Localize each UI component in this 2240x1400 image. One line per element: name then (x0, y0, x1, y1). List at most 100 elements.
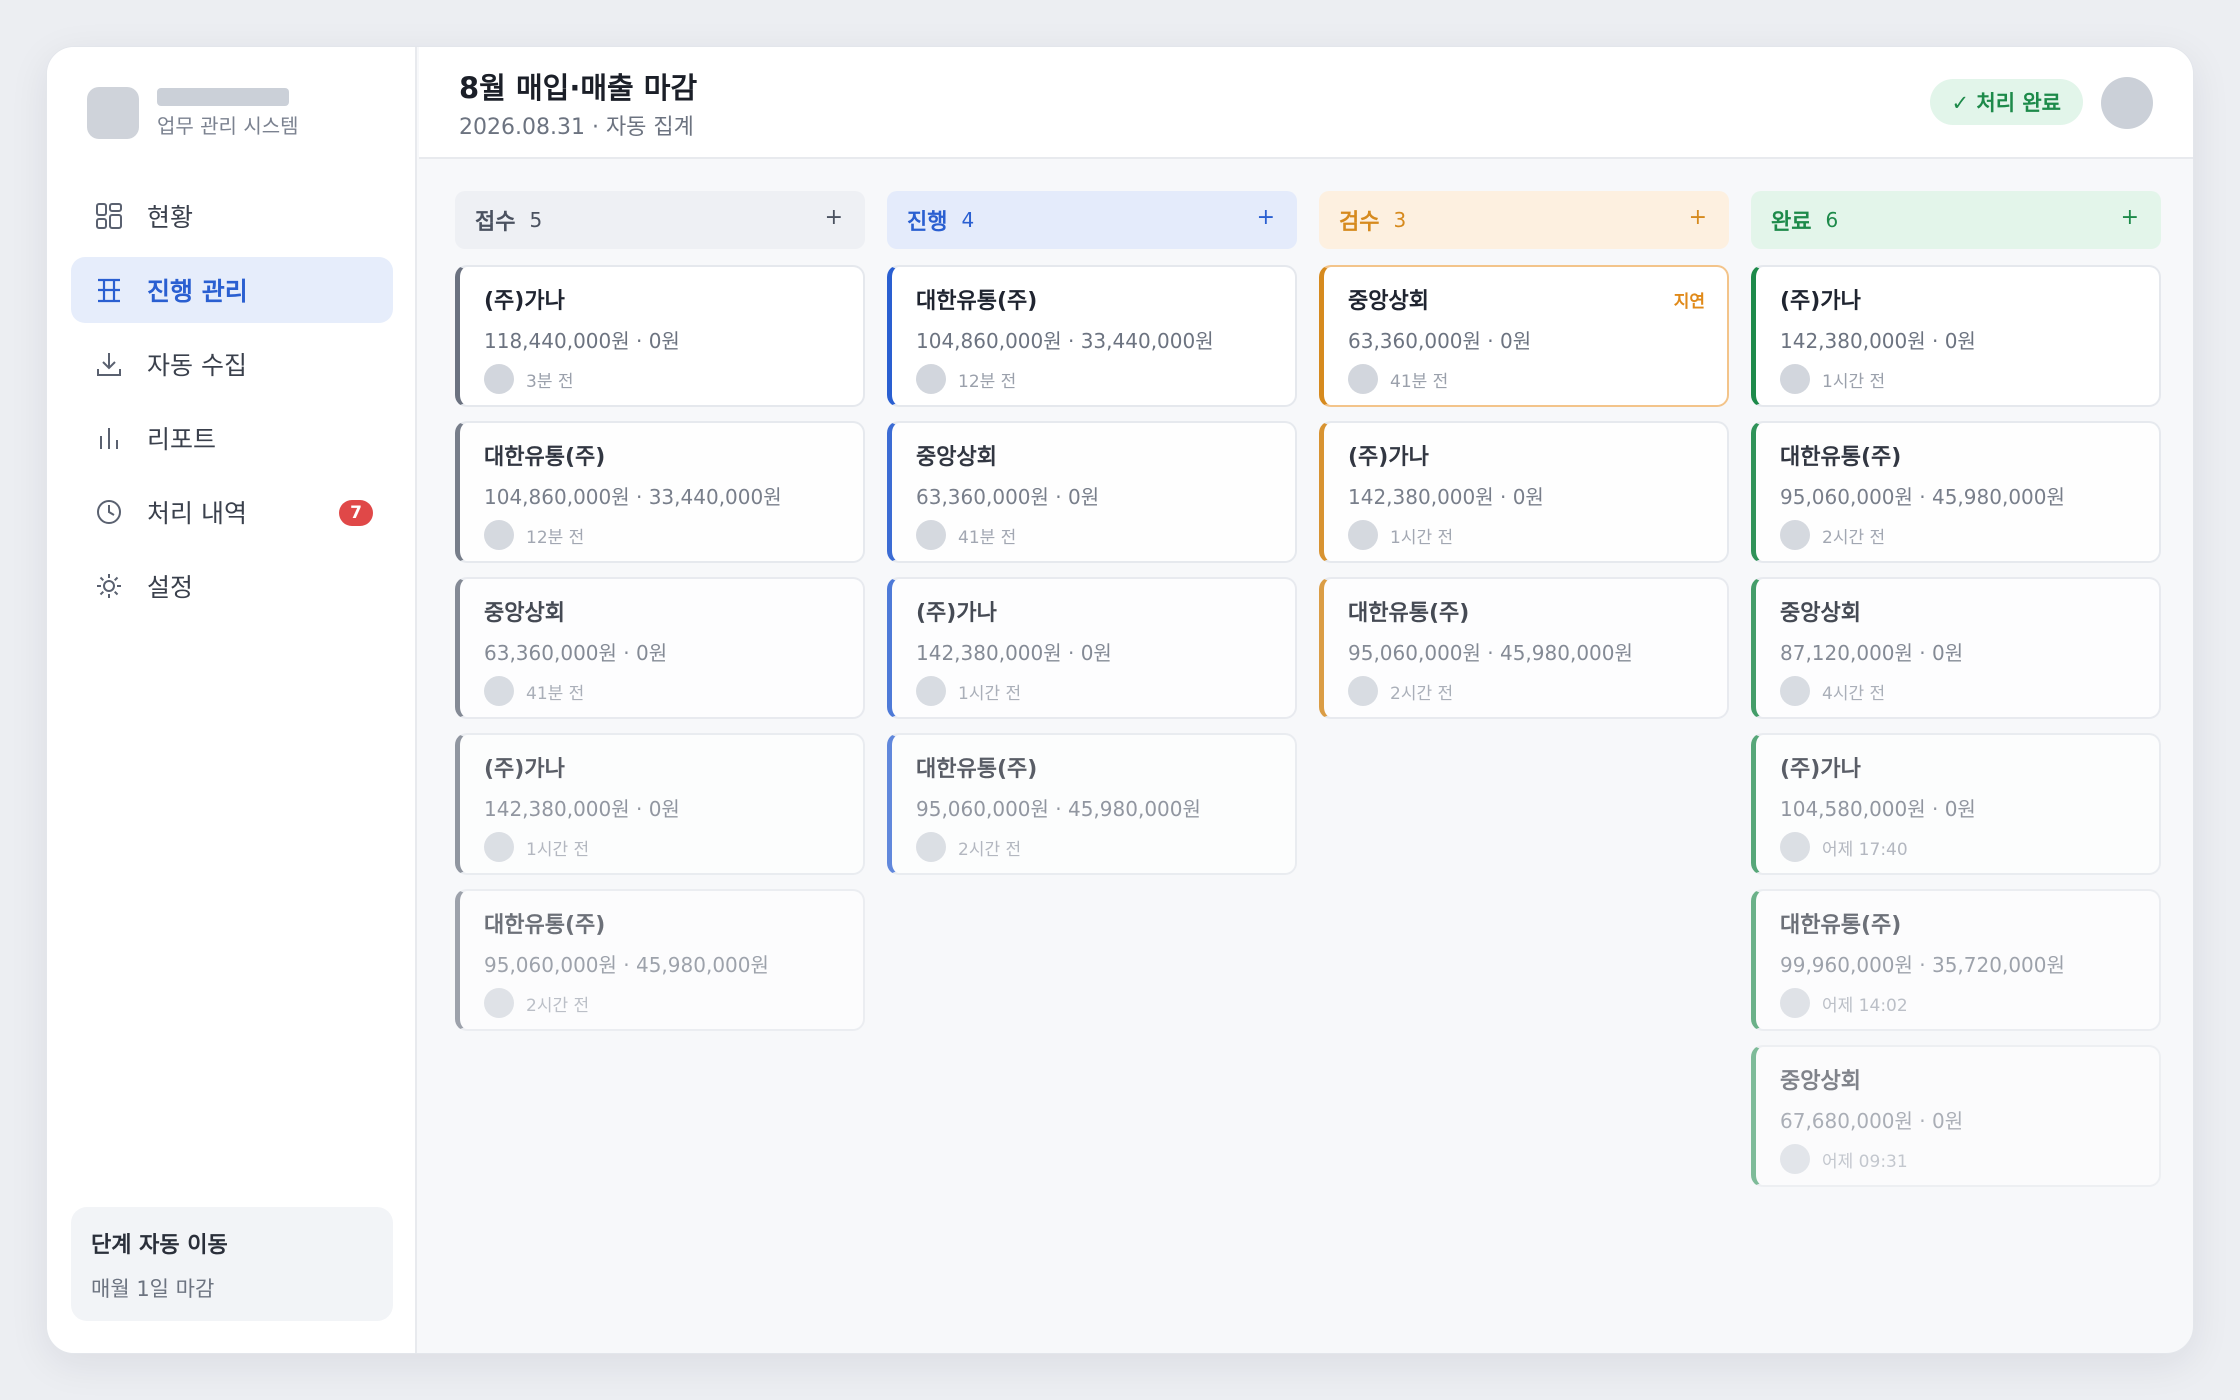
task-card[interactable]: 대한유통(주) 104,860,000원 · 33,440,000원 12분 전 (887, 265, 1297, 407)
task-card[interactable]: 대한유통(주) 95,060,000원 · 45,980,000원 2시간 전 (455, 889, 865, 1031)
card-timestamp: 41분 전 (958, 527, 1017, 548)
card-title: 대한유통(주) (916, 757, 1038, 782)
avatar (484, 364, 514, 394)
avatar (1348, 364, 1378, 394)
avatar (1780, 676, 1810, 706)
card-title: 대한유통(주) (1348, 601, 1470, 626)
card-title: 중앙상회 (916, 445, 997, 470)
column-count: 4 (961, 208, 975, 232)
avatar (1780, 988, 1810, 1018)
task-card[interactable]: 중앙상회 87,120,000원 · 0원 4시간 전 (1751, 577, 2161, 719)
sidebar-item-dashboard[interactable]: 현황 (71, 183, 393, 249)
card-amount: 95,060,000원 · 45,980,000원 (1780, 485, 2065, 509)
task-card[interactable]: (주)가나 142,380,000원 · 0원 1시간 전 (1319, 421, 1729, 563)
app-window: 업무 관리 시스템 현황 진행 관리 자동 수집 리포트 처리 내역 7 설정 … (46, 46, 2194, 1354)
task-card[interactable]: (주)가나 142,380,000원 · 0원 1시간 전 (1751, 265, 2161, 407)
kanban-icon (93, 274, 125, 306)
card-timestamp: 1시간 전 (1390, 527, 1454, 548)
sidebar-item-auto-collect[interactable]: 자동 수집 (71, 331, 393, 397)
card-amount: 104,860,000원 · 33,440,000원 (916, 329, 1214, 353)
sidebar-item-settings[interactable]: 설정 (71, 553, 393, 619)
card-amount: 142,380,000원 · 0원 (1780, 329, 1976, 353)
card-timestamp: 41분 전 (526, 683, 585, 704)
brand-name-placeholder (157, 87, 289, 106)
card-title: 대한유통(주) (1780, 913, 1902, 938)
card-amount: 142,380,000원 · 0원 (916, 641, 1112, 665)
task-card[interactable]: (주)가나 142,380,000원 · 0원 1시간 전 (887, 577, 1297, 719)
brand-subtitle: 업무 관리 시스템 (157, 113, 299, 138)
card-timestamp: 어제 09:31 (1822, 1151, 1908, 1172)
download-icon (93, 348, 125, 380)
card-timestamp: 1시간 전 (526, 839, 590, 860)
card-amount: 63,360,000원 · 0원 (484, 641, 668, 665)
card-timestamp: 41분 전 (1390, 371, 1449, 392)
add-card-button[interactable]: + (1689, 205, 1707, 230)
sidebar-item-label: 리포트 (147, 425, 217, 454)
card-title: 중앙상회 (1780, 1069, 1861, 1094)
avatar (484, 676, 514, 706)
column-title: 검수 (1339, 210, 1380, 235)
task-card[interactable]: 중앙상회 63,360,000원 · 0원 41분 전 (455, 577, 865, 719)
task-card[interactable]: (주)가나 142,380,000원 · 0원 1시간 전 (455, 733, 865, 875)
sidebar-item-label: 현황 (147, 203, 194, 232)
card-amount: 104,580,000원 · 0원 (1780, 797, 1976, 821)
card-amount: 63,360,000원 · 0원 (916, 485, 1100, 509)
card-timestamp: 12분 전 (526, 527, 585, 548)
sidebar-item-progress[interactable]: 진행 관리 (71, 257, 393, 323)
notification-badge: 7 (339, 500, 373, 526)
brand-logo (87, 87, 139, 139)
task-card[interactable]: 대한유통(주) 95,060,000원 · 45,980,000원 2시간 전 (887, 733, 1297, 875)
task-card[interactable]: 대한유통(주) 99,960,000원 · 35,720,000원어제 14:02 (1751, 889, 2161, 1031)
column-count: 6 (1825, 208, 1839, 232)
avatar (1780, 1144, 1810, 1174)
add-card-button[interactable]: + (825, 205, 843, 230)
kanban-column: 검수 3 + 중앙상회 63,360,000원 · 0원 41분 전 지연 (주)가나 142,… (1319, 191, 1729, 719)
task-card[interactable]: 중앙상회 63,360,000원 · 0원 41분 전 (887, 421, 1297, 563)
task-card[interactable]: (주)가나 104,580,000원 · 0원 어제 17:40 (1751, 733, 2161, 875)
card-amount: 142,380,000원 · 0원 (1348, 485, 1544, 509)
sidebar-item-history[interactable]: 처리 내역 7 (71, 479, 393, 545)
card-timestamp: 12분 전 (958, 371, 1017, 392)
card-timestamp: 2시간 전 (1390, 683, 1454, 704)
task-card[interactable]: (주)가나 118,440,000원 · 0원 3분 전 (455, 265, 865, 407)
task-card[interactable]: 대한유통(주) 95,060,000원 · 45,980,000원 2시간 전 (1751, 421, 2161, 563)
card-title: 대한유통(주) (916, 289, 1038, 314)
avatar (1348, 676, 1378, 706)
card-amount: 142,380,000원 · 0원 (484, 797, 680, 821)
column-title: 접수 (475, 210, 516, 235)
page-header: 8월 매입·매출 마감 2026.08.31 · 자동 집계 ✓ 처리 완료 (419, 47, 2193, 159)
card-title: (주)가나 (916, 601, 997, 626)
card-timestamp: 1시간 전 (1822, 371, 1886, 392)
bar-chart-icon (93, 422, 125, 454)
task-card[interactable]: 중앙상회 67,680,000원 · 0원 어제 09:31 (1751, 1045, 2161, 1187)
card-amount: 99,960,000원 · 35,720,000원 (1780, 953, 2065, 977)
sidebar-nav: 현황 진행 관리 자동 수집 리포트 처리 내역 7 설정 (71, 183, 393, 627)
card-timestamp: 1시간 전 (958, 683, 1022, 704)
avatar (916, 364, 946, 394)
add-card-button[interactable]: + (2121, 205, 2139, 230)
sidebar-item-label: 처리 내역 (147, 499, 247, 528)
avatar (484, 988, 514, 1018)
status-badge[interactable]: ✓ 처리 완료 (1929, 79, 2083, 125)
card-amount: 87,120,000원 · 0원 (1780, 641, 1964, 665)
page-title: 8월 매입·매출 마감 (459, 71, 698, 105)
card-title: 대한유통(주) (484, 913, 606, 938)
avatar[interactable] (2101, 77, 2153, 129)
card-amount: 95,060,000원 · 45,980,000원 (484, 953, 769, 977)
clock-icon (93, 496, 125, 528)
card-timestamp: 3분 전 (526, 371, 574, 392)
card-title: (주)가나 (484, 757, 565, 782)
sidebar: 업무 관리 시스템 현황 진행 관리 자동 수집 리포트 처리 내역 7 설정 … (47, 47, 417, 1353)
sidebar-item-label: 설정 (147, 573, 194, 602)
task-card[interactable]: 대한유통(주) 104,860,000원 · 33,440,000원 12분 전 (455, 421, 865, 563)
card-timestamp: 2시간 전 (1822, 527, 1886, 548)
sidebar-item-report[interactable]: 리포트 (71, 405, 393, 471)
avatar (484, 832, 514, 862)
add-card-button[interactable]: + (1257, 205, 1275, 230)
task-card[interactable]: 대한유통(주) 95,060,000원 · 45,980,000원 2시간 전 (1319, 577, 1729, 719)
kanban-column: 접수 5 + (주)가나 118,440,000원 · 0원 3분 전 대한유통(주) 104… (455, 191, 865, 1031)
card-timestamp: 어제 14:02 (1822, 995, 1908, 1016)
task-card[interactable]: 중앙상회 63,360,000원 · 0원 41분 전 지연 (1319, 265, 1729, 407)
card-timestamp: 2시간 전 (958, 839, 1022, 860)
card-timestamp: 4시간 전 (1822, 683, 1886, 704)
